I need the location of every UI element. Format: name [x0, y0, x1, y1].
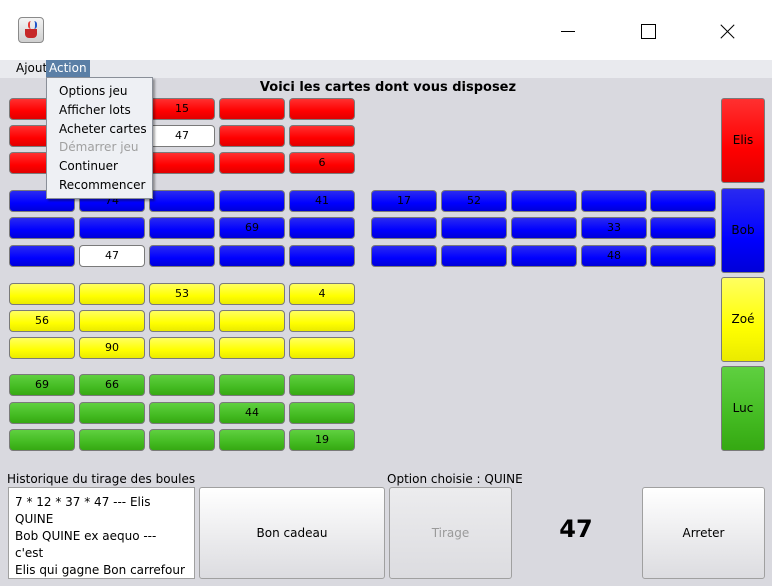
- card-cell[interactable]: 90: [79, 337, 145, 359]
- card-cell[interactable]: [149, 217, 215, 239]
- card-cell[interactable]: [371, 217, 437, 239]
- close-icon[interactable]: [705, 14, 751, 48]
- card-cell[interactable]: [149, 245, 215, 267]
- card-cell[interactable]: [219, 310, 285, 332]
- card-cell[interactable]: [79, 310, 145, 332]
- history-text[interactable]: 7 * 12 * 37 * 47 --- Elis QUINE Bob QUIN…: [8, 487, 195, 579]
- gift-button[interactable]: Bon cadeau: [199, 487, 385, 579]
- card-cell[interactable]: [511, 245, 577, 267]
- card-cell[interactable]: [219, 429, 285, 451]
- card-cell[interactable]: 41: [289, 190, 355, 212]
- history-label: Historique du tirage des boules: [7, 472, 196, 486]
- card-cell[interactable]: 48: [581, 245, 647, 267]
- card-cell[interactable]: 66: [79, 374, 145, 396]
- card-cell[interactable]: [289, 374, 355, 396]
- card-cell[interactable]: 53: [149, 283, 215, 305]
- card-cell[interactable]: [289, 245, 355, 267]
- card-cell[interactable]: [9, 245, 75, 267]
- card-cell[interactable]: [219, 245, 285, 267]
- card-cell[interactable]: [149, 152, 215, 174]
- card-cell[interactable]: [219, 125, 285, 147]
- card-cell[interactable]: [149, 402, 215, 424]
- card-cell[interactable]: 44: [219, 402, 285, 424]
- card-cell[interactable]: 17: [371, 190, 437, 212]
- card-cell[interactable]: 15: [149, 98, 215, 120]
- title-bar: [0, 0, 772, 60]
- card-cell[interactable]: [9, 402, 75, 424]
- card-cell[interactable]: [79, 283, 145, 305]
- menu-item-recommencer[interactable]: Recommencer: [59, 178, 145, 192]
- menu-item-afficher-lots[interactable]: Afficher lots: [59, 103, 131, 117]
- card-cell[interactable]: [9, 429, 75, 451]
- menu-ajout[interactable]: Ajout: [13, 60, 50, 78]
- menu-item-acheter-cartes[interactable]: Acheter cartes: [59, 122, 147, 136]
- card-cell[interactable]: [289, 98, 355, 120]
- java-cup-icon[interactable]: [18, 17, 44, 43]
- card-cell[interactable]: [511, 190, 577, 212]
- card-cell[interactable]: 19: [289, 429, 355, 451]
- card-cell[interactable]: [441, 217, 507, 239]
- menu-item-options-jeu[interactable]: Options jeu: [59, 84, 127, 98]
- card-cell[interactable]: 52: [441, 190, 507, 212]
- card-cell[interactable]: [9, 337, 75, 359]
- card-cell[interactable]: [219, 190, 285, 212]
- menu-item-demarrer-jeu: Démarrer jeu: [59, 140, 139, 154]
- player-luc[interactable]: Luc: [721, 366, 765, 451]
- card-cell[interactable]: [219, 283, 285, 305]
- card-cell[interactable]: [371, 245, 437, 267]
- menu-item-continuer[interactable]: Continuer: [59, 159, 118, 173]
- card-cell[interactable]: 47: [79, 245, 145, 267]
- card-cell[interactable]: [149, 190, 215, 212]
- stop-button[interactable]: Arreter: [642, 487, 765, 579]
- draw-button[interactable]: Tirage: [389, 487, 512, 579]
- card-cell[interactable]: [289, 125, 355, 147]
- card-cell[interactable]: 6: [289, 152, 355, 174]
- menu-bar: Ajout Action: [0, 60, 772, 78]
- card-cell[interactable]: 47: [149, 125, 215, 147]
- player-elis[interactable]: Elis: [721, 98, 765, 183]
- card-cell[interactable]: [289, 310, 355, 332]
- menu-action[interactable]: Action: [46, 60, 90, 78]
- action-dropdown-menu: Options jeu Afficher lots Acheter cartes…: [46, 77, 153, 199]
- card-cell[interactable]: [581, 190, 647, 212]
- card-cell[interactable]: 69: [9, 374, 75, 396]
- player-zoe[interactable]: Zoé: [721, 277, 765, 362]
- card-cell[interactable]: [511, 217, 577, 239]
- card-cell[interactable]: [650, 190, 716, 212]
- card-cell[interactable]: [650, 245, 716, 267]
- card-cell[interactable]: [219, 374, 285, 396]
- card-cell[interactable]: [149, 429, 215, 451]
- card-cell[interactable]: [289, 402, 355, 424]
- player-bob[interactable]: Bob: [721, 188, 765, 273]
- card-cell[interactable]: 33: [581, 217, 647, 239]
- card-cell[interactable]: [219, 98, 285, 120]
- last-drawn-number: 47: [559, 515, 593, 543]
- card-cell[interactable]: 4: [289, 283, 355, 305]
- card-cell[interactable]: [441, 245, 507, 267]
- maximize-icon[interactable]: [625, 14, 671, 48]
- card-cell[interactable]: [289, 337, 355, 359]
- card-cell[interactable]: [79, 429, 145, 451]
- card-cell[interactable]: [149, 337, 215, 359]
- card-cell[interactable]: [219, 152, 285, 174]
- card-cell[interactable]: [9, 217, 75, 239]
- card-cell[interactable]: [79, 402, 145, 424]
- card-cell[interactable]: [149, 310, 215, 332]
- card-cell[interactable]: [650, 217, 716, 239]
- card-cell[interactable]: 69: [219, 217, 285, 239]
- card-cell[interactable]: [219, 337, 285, 359]
- card-cell[interactable]: [149, 374, 215, 396]
- minimize-icon[interactable]: [544, 14, 590, 48]
- card-cell[interactable]: [289, 217, 355, 239]
- page-title: Voici les cartes dont vous disposez: [259, 80, 517, 95]
- card-cell[interactable]: [9, 283, 75, 305]
- app-window: Ajout Action Voici les cartes dont vous …: [0, 0, 772, 586]
- card-cell[interactable]: 56: [9, 310, 75, 332]
- card-cell[interactable]: [79, 217, 145, 239]
- option-label: Option choisie : QUINE: [387, 472, 523, 486]
